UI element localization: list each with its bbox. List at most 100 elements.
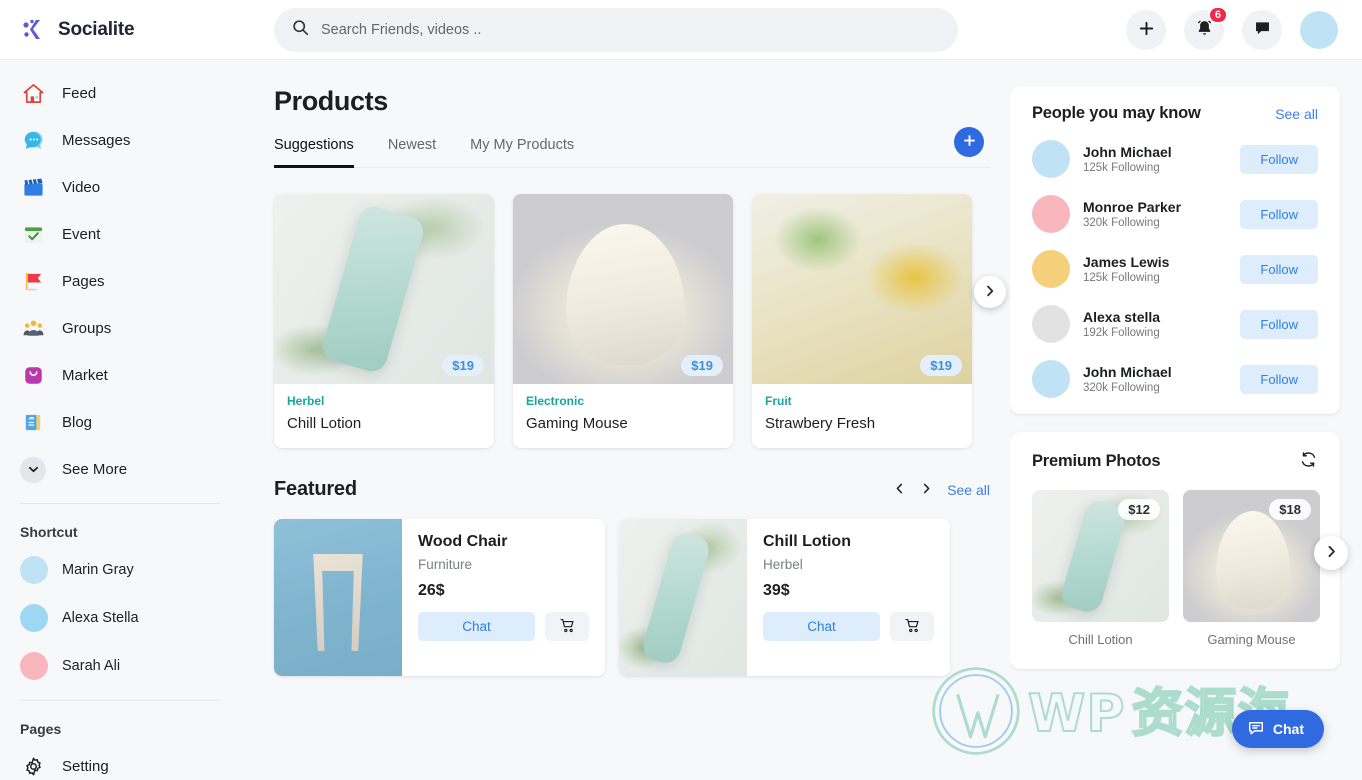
clapperboard-icon [20,175,46,201]
person-name: Monroe Parker [1083,199,1182,215]
follow-button[interactable]: Follow [1240,144,1318,174]
person-following: 125k Following [1083,272,1160,284]
sidebar-item-see-more[interactable]: See More [0,446,240,493]
product-card[interactable]: $19 Fruit Strawbery Fresh [752,194,972,448]
avatar[interactable] [1300,10,1338,49]
messages-button[interactable] [1242,9,1282,50]
premium-refresh-button[interactable] [1299,450,1318,472]
featured-category: Furniture [418,557,473,572]
sidebar-item-label: See More [62,461,128,478]
premium-photos-card: Premium Photos $12 Chill Lotion $18 Gami… [1010,432,1348,669]
avatar [1032,360,1070,398]
featured-card[interactable]: Wood Chair Furniture 26$ Chat [274,519,605,676]
create-button[interactable] [1126,9,1166,50]
sidebar-item-event[interactable]: Event [0,211,240,258]
product-image: $19 [274,194,494,384]
search-input[interactable] [321,21,940,38]
avatar [1032,305,1070,343]
chat-button[interactable]: Chat [418,612,535,641]
sidebar-item-feed[interactable]: Feed [0,70,240,117]
product-price: $19 [442,355,484,376]
notifications-button[interactable]: 6 [1184,5,1228,50]
premium-photo-price: $12 [1118,499,1160,520]
lotion-photo [619,519,747,676]
chat-button[interactable]: Chat [763,612,880,641]
featured-info: Chill Lotion Herbel 39$ Chat [747,519,950,676]
search-icon [292,19,309,41]
premium-photo-label: Chill Lotion [1068,632,1133,647]
avatar [1032,140,1070,178]
notification-badge: 6 [1207,5,1228,24]
people-you-may-know-card: People you may know See all John Michael… [1010,86,1340,414]
follow-button[interactable]: Follow [1240,309,1318,339]
follow-button[interactable]: Follow [1240,199,1318,229]
featured-name: Wood Chair [418,533,508,550]
flag-icon [20,269,46,295]
cart-icon [904,617,921,637]
search-box[interactable] [274,7,958,52]
person-row: Monroe Parker 320k Following Follow [1032,195,1318,233]
featured-category: Herbel [763,557,803,572]
add-to-cart-button[interactable] [890,612,934,641]
main-content: Products Suggestions Newest My My Produc… [240,60,1010,780]
sidebar: Feed Messages Video Event Pages Groups M… [0,60,240,780]
cart-icon [559,617,576,637]
featured-image [619,519,747,676]
featured-info: Wood Chair Furniture 26$ Chat [402,519,605,676]
shortcut-item-marin-gray[interactable]: Marin Gray [0,546,240,594]
featured-see-all-link[interactable]: See all [947,482,990,498]
tab-newest[interactable]: Newest [388,137,436,167]
featured-prev-button[interactable] [893,482,906,498]
sidebar-item-setting[interactable]: Setting [0,743,240,780]
sidebar-item-messages[interactable]: Messages [0,117,240,164]
featured-name: Chill Lotion [763,533,851,550]
sidebar-item-pages[interactable]: Pages [0,258,240,305]
featured-card[interactable]: Chill Lotion Herbel 39$ Chat [619,519,950,676]
sidebar-item-blog[interactable]: Blog [0,399,240,446]
add-to-cart-button[interactable] [545,612,589,641]
featured-image [274,519,402,676]
product-category: Electronic [526,394,585,408]
shortcut-item-alexa-stella[interactable]: Alexa Stella [0,594,240,642]
person-following: 320k Following [1083,217,1160,229]
message-icon [1253,19,1272,41]
premium-next-button[interactable] [1314,536,1348,570]
product-name: Chill Lotion [287,415,362,432]
premium-photo-item[interactable]: $18 Gaming Mouse [1183,490,1320,647]
sidebar-item-label: Setting [62,758,109,775]
sidebar-item-video[interactable]: Video [0,164,240,211]
sidebar-item-groups[interactable]: Groups [0,305,240,352]
tab-my-products[interactable]: My My Products [470,137,574,167]
shortcut-label: Alexa Stella [62,610,139,626]
featured-controls: See all [893,482,990,498]
featured-next-button[interactable] [920,482,933,498]
people-see-all-link[interactable]: See all [1275,106,1318,122]
floating-chat-button[interactable]: Chat [1231,710,1324,748]
featured-actions: Chat [763,612,934,641]
divider [20,700,220,701]
products-next-button[interactable] [974,276,1006,308]
sidebar-item-label: Event [62,226,101,243]
sidebar-item-label: Video [62,179,101,196]
divider [20,503,220,504]
follow-button[interactable]: Follow [1240,364,1318,394]
chair-photo [274,519,402,676]
premium-photo-price: $18 [1269,499,1311,520]
sidebar-item-label: Groups [62,320,112,337]
tab-suggestions[interactable]: Suggestions [274,137,354,168]
top-bar: Socialite Search Friends, videos .. 6 [0,0,1362,60]
featured-header: Featured See all [274,478,990,501]
person-following: 320k Following [1083,382,1160,394]
sidebar-item-market[interactable]: Market [0,352,240,399]
shortcut-label: Sarah Ali [62,658,121,674]
follow-button[interactable]: Follow [1240,254,1318,284]
premium-photo-item[interactable]: $12 Chill Lotion [1032,490,1169,647]
add-product-button[interactable] [954,127,984,157]
product-card[interactable]: $19 Electronic Gaming Mouse [513,194,733,448]
shortcut-item-sarah-ali[interactable]: Sarah Ali [0,642,240,690]
calendar-check-icon [20,222,46,248]
product-card[interactable]: $19 Herbel Chill Lotion [274,194,494,448]
brand[interactable]: Socialite [0,16,240,44]
product-name: Strawbery Fresh [765,415,876,432]
sidebar-item-label: Feed [62,85,97,102]
